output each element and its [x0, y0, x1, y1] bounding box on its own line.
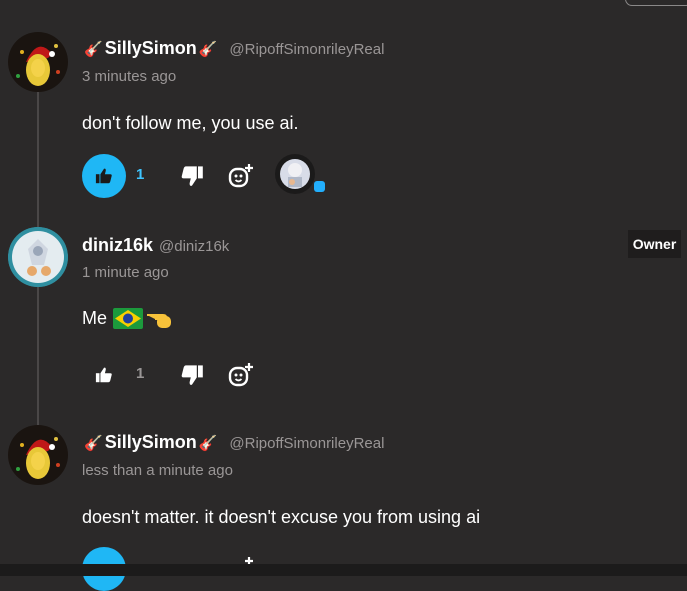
- comment-header: 🎸 SillySimon 🎸 @RipoffSimonrileyReal: [82, 38, 384, 59]
- comment-text: Me: [82, 307, 108, 328]
- replier-avatar[interactable]: [278, 157, 312, 191]
- thumbs-down-icon[interactable]: [180, 164, 204, 188]
- comment-header: 🎸 SillySimon 🎸 @RipoffSimonrileyReal: [82, 432, 384, 453]
- comment-body: Me: [82, 307, 175, 329]
- user-handle[interactable]: @RipoffSimonrileyReal: [229, 435, 384, 452]
- comment-text: don't follow me, you use ai.: [82, 113, 299, 133]
- thumbs-up-icon: [95, 168, 112, 184]
- avatar[interactable]: [8, 425, 68, 485]
- bottom-bar: [0, 564, 687, 576]
- reply-indicator: [314, 181, 325, 192]
- guitar-emoji: 🎸: [84, 41, 103, 58]
- timestamp: less than a minute ago: [82, 462, 233, 479]
- user-handle[interactable]: @diniz16k: [159, 238, 229, 255]
- avatar[interactable]: [8, 227, 68, 287]
- timestamp: 3 minutes ago: [82, 68, 177, 85]
- display-name[interactable]: SillySimon: [105, 432, 197, 453]
- avatar[interactable]: [8, 32, 68, 92]
- thumbs-down-icon[interactable]: [180, 363, 204, 387]
- pointing-hand-icon: [147, 314, 172, 328]
- display-name[interactable]: diniz16k: [82, 235, 153, 256]
- like-count: 1: [136, 365, 145, 382]
- comment-header: diniz16k @diniz16k: [82, 235, 229, 256]
- thumbs-up-icon: [95, 367, 112, 383]
- like-count: 1: [136, 166, 145, 183]
- like-button[interactable]: [82, 353, 126, 397]
- top-menu-outline[interactable]: [625, 0, 687, 6]
- timestamp: 1 minute ago: [82, 264, 169, 281]
- user-handle[interactable]: @RipoffSimonrileyReal: [229, 41, 384, 58]
- guitar-emoji: 🎸: [84, 435, 103, 452]
- owner-badge: Owner: [628, 230, 681, 258]
- comment-text: doesn't matter. it doesn't excuse you fr…: [82, 507, 481, 527]
- reply-icon[interactable]: [228, 163, 254, 189]
- brazil-flag-icon: [113, 307, 144, 329]
- display-name[interactable]: SillySimon: [105, 38, 197, 59]
- reply-icon[interactable]: [228, 362, 254, 388]
- guitar-emoji: 🎸: [198, 435, 218, 452]
- like-button[interactable]: [82, 154, 126, 198]
- guitar-emoji: 🎸: [198, 41, 218, 58]
